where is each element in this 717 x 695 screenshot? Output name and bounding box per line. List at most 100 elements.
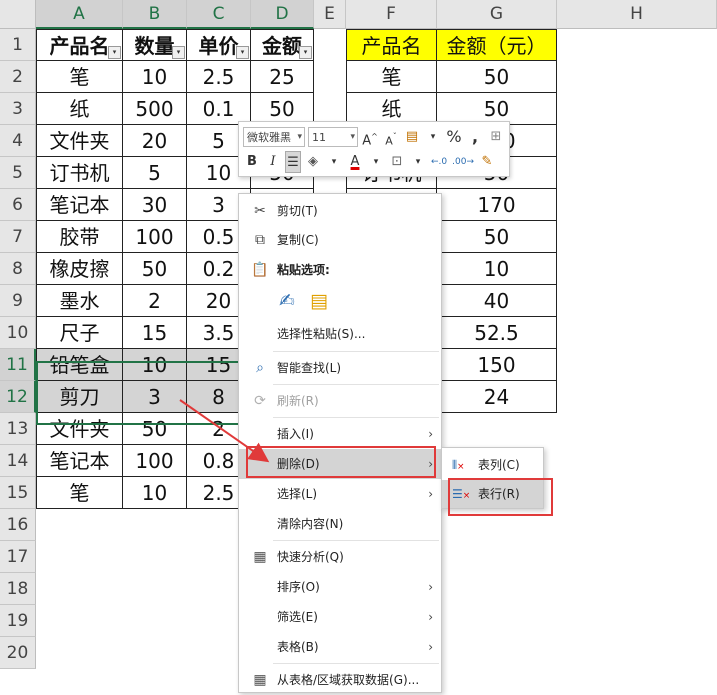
chevron-down-icon[interactable]: ▾	[367, 151, 385, 173]
table2-cell[interactable]: 24	[437, 381, 557, 413]
table2-cell[interactable]: 50	[437, 221, 557, 253]
font-color-button[interactable]: A	[346, 151, 364, 173]
row-header-1[interactable]: 1	[0, 29, 36, 61]
table1-cell[interactable]: 纸	[36, 93, 123, 125]
row-header-14[interactable]: 14	[0, 445, 36, 477]
table1-cell[interactable]: 笔	[36, 61, 123, 93]
column-header-e[interactable]: E	[314, 0, 346, 29]
table2-cell[interactable]: 40	[437, 285, 557, 317]
table2-header-cell[interactable]: 金额（元）	[437, 29, 557, 61]
submenu-item-table-rows[interactable]: ☰× 表行(R)	[442, 480, 543, 508]
menu-item-select[interactable]: 选择(L) ›	[239, 479, 441, 509]
table1-cell[interactable]: 10	[123, 477, 187, 509]
menu-item-clear-contents[interactable]: 清除内容(N)	[239, 509, 441, 539]
table2-cell[interactable]: 170	[437, 189, 557, 221]
menu-item-paste-special[interactable]: 选择性粘贴(S)...	[239, 319, 441, 349]
font-name-select[interactable]: 微软雅黑 ▾	[243, 127, 305, 147]
decrease-decimal-icon[interactable]: .00→	[451, 151, 475, 173]
paste-formatting-icon[interactable]: ✍	[276, 289, 298, 313]
menu-item-cut[interactable]: ✂ 剪切(T)	[239, 196, 441, 226]
table1-cell[interactable]: 500	[123, 93, 187, 125]
percent-style-button[interactable]: %	[445, 126, 463, 148]
row-header-8[interactable]: 8	[0, 253, 36, 285]
table1-cell[interactable]: 文件夹	[36, 413, 123, 445]
decrease-font-size-button[interactable]: Aˇ	[382, 126, 400, 148]
table2-cell[interactable]: 笔	[346, 61, 437, 93]
chevron-down-icon[interactable]: ▾	[325, 151, 343, 173]
column-header-f[interactable]: F	[346, 0, 437, 29]
row-header-19[interactable]: 19	[0, 605, 36, 637]
font-size-select[interactable]: 11 ▾	[308, 127, 358, 147]
column-header-d[interactable]: D	[251, 0, 314, 29]
italic-button[interactable]: I	[264, 151, 282, 173]
row-header-12[interactable]: 12	[0, 381, 36, 413]
borders-icon[interactable]: ⊡	[388, 151, 406, 173]
align-center-button[interactable]: ☰	[285, 151, 301, 173]
table2-cell[interactable]: 10	[437, 253, 557, 285]
table1-header-cell[interactable]: 数量 ▾	[123, 29, 187, 61]
column-header-a[interactable]: A	[36, 0, 123, 29]
table1-header-cell[interactable]: 单价 ▾	[187, 29, 251, 61]
table2-header-cell[interactable]: 产品名	[346, 29, 437, 61]
table1-header-cell[interactable]: 金额 ▾	[251, 29, 314, 61]
table1-cell[interactable]: 文件夹	[36, 125, 123, 157]
table1-cell[interactable]: 2	[123, 285, 187, 317]
chevron-down-icon[interactable]: ▾	[424, 126, 442, 148]
table1-cell[interactable]: 订书机	[36, 157, 123, 189]
submenu-item-table-columns[interactable]: ⫴× 表列(C)	[442, 451, 543, 479]
table1-cell[interactable]: 笔记本	[36, 189, 123, 221]
menu-item-delete[interactable]: 删除(D) ›	[239, 449, 441, 479]
menu-item-copy[interactable]: ⧉ 复制(C)	[239, 225, 441, 255]
table1-cell[interactable]: 3	[123, 381, 187, 413]
row-header-2[interactable]: 2	[0, 61, 36, 93]
table1-cell[interactable]: 20	[123, 125, 187, 157]
table1-cell[interactable]: 胶带	[36, 221, 123, 253]
menu-item-quick-analysis[interactable]: ▦ 快速分析(Q)	[239, 542, 441, 572]
table1-cell[interactable]: 笔记本	[36, 445, 123, 477]
table1-cell[interactable]: 铅笔盒	[36, 349, 123, 381]
fill-color-icon[interactable]: ◈	[304, 151, 322, 173]
row-header-17[interactable]: 17	[0, 541, 36, 573]
column-header-c[interactable]: C	[187, 0, 251, 29]
filter-dropdown-icon[interactable]: ▾	[299, 46, 312, 59]
row-header-5[interactable]: 5	[0, 157, 36, 189]
table1-cell[interactable]: 5	[123, 157, 187, 189]
row-header-13[interactable]: 13	[0, 413, 36, 445]
table1-cell[interactable]: 尺子	[36, 317, 123, 349]
table1-cell[interactable]: 笔	[36, 477, 123, 509]
row-header-15[interactable]: 15	[0, 477, 36, 509]
table2-cell[interactable]: 50	[437, 61, 557, 93]
merge-cells-icon[interactable]: ⊞	[487, 126, 505, 148]
menu-item-filter[interactable]: 筛选(E) ›	[239, 602, 441, 632]
table2-cell[interactable]: 150	[437, 349, 557, 381]
row-header-4[interactable]: 4	[0, 125, 36, 157]
increase-font-size-button[interactable]: A^	[361, 126, 379, 148]
select-all-corner[interactable]	[0, 0, 36, 29]
row-header-16[interactable]: 16	[0, 509, 36, 541]
row-header-11[interactable]: 11	[0, 349, 36, 381]
table1-cell[interactable]: 100	[123, 445, 187, 477]
table1-cell[interactable]: 30	[123, 189, 187, 221]
menu-item-sort[interactable]: 排序(O) ›	[239, 572, 441, 602]
column-header-h[interactable]: H	[557, 0, 717, 29]
table1-cell[interactable]: 50	[123, 413, 187, 445]
menu-item-smart-lookup[interactable]: ⌕ 智能查找(L)	[239, 353, 441, 383]
row-header-10[interactable]: 10	[0, 317, 36, 349]
column-header-b[interactable]: B	[123, 0, 187, 29]
menu-item-table[interactable]: 表格(B) ›	[239, 632, 441, 662]
chevron-down-icon[interactable]: ▾	[409, 151, 427, 173]
column-header-g[interactable]: G	[437, 0, 557, 29]
menu-item-insert[interactable]: 插入(I) ›	[239, 419, 441, 449]
comma-style-button[interactable]: ,	[466, 126, 484, 148]
table1-cell[interactable]: 橡皮擦	[36, 253, 123, 285]
table1-cell[interactable]: 墨水	[36, 285, 123, 317]
table1-cell[interactable]: 100	[123, 221, 187, 253]
table1-cell[interactable]: 10	[123, 349, 187, 381]
menu-item-get-data[interactable]: ▦ 从表格/区域获取数据(G)...	[239, 665, 441, 695]
table1-cell[interactable]: 50	[123, 253, 187, 285]
number-format-icon[interactable]: ▤	[403, 126, 421, 148]
row-header-20[interactable]: 20	[0, 637, 36, 669]
row-header-18[interactable]: 18	[0, 573, 36, 605]
table1-cell[interactable]: 25	[251, 61, 314, 93]
row-header-9[interactable]: 9	[0, 285, 36, 317]
